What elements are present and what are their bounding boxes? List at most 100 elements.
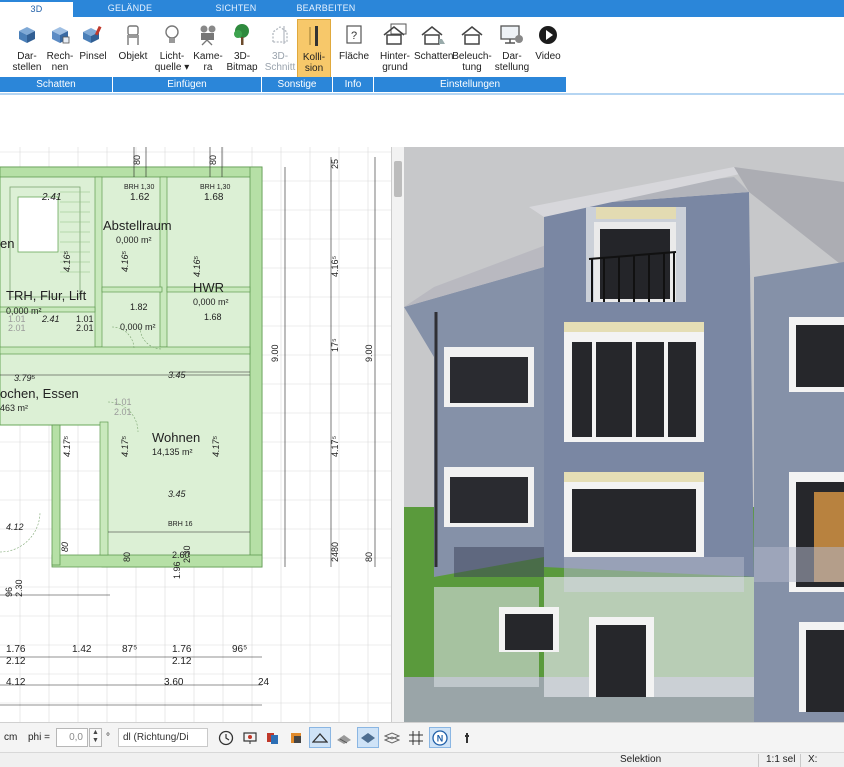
grid-icon[interactable] (405, 727, 427, 748)
dim-label: 3.45 (168, 489, 187, 499)
dim-label: 1.76 (6, 644, 26, 655)
house-right-wing (754, 262, 844, 722)
video-button[interactable]: Video (532, 19, 564, 79)
dim-label: 1.62 (130, 192, 150, 203)
dim-label: 9.00 (364, 344, 374, 362)
hintergrund-button[interactable]: Hinter- grund (376, 19, 414, 79)
floor-plate-icon[interactable] (357, 727, 379, 748)
info-pin-icon[interactable] (456, 727, 478, 748)
scrollbar-thumb[interactable] (394, 161, 402, 197)
dim-label: 4.12 (6, 522, 24, 532)
darstellen-button[interactable]: Dar- stellen (10, 19, 44, 79)
darstellung-button[interactable]: Dar- stellung (492, 19, 532, 79)
dim-label: 2.30 (182, 545, 192, 563)
floor-plan-view[interactable]: Abstellraum 0,000 m² TRH, Flur, Lift 0,0… (0, 147, 392, 722)
dim-label: 4.12 (6, 677, 26, 688)
lichtquelle-button[interactable]: Licht- quelle ▾ (152, 19, 192, 79)
rechnen-button[interactable]: Rech- nen (44, 19, 76, 79)
dim-label: 2.01 (114, 407, 132, 417)
dim-label: 4.17⁵ (120, 435, 130, 457)
monitor-settings-icon (492, 19, 532, 51)
direction-dropdown[interactable]: dl (Richtung/Di (118, 728, 208, 747)
room-name: HWR (193, 280, 224, 295)
status-divider (800, 754, 801, 767)
room-area: 14,135 m² (152, 447, 193, 457)
group-sonstige-label: Sonstige (262, 77, 332, 92)
dim-label: 2480 (330, 542, 340, 562)
ribbon-tab-bar: 3D GELÄNDE SICHTEN BEARBEITEN (0, 0, 844, 18)
status-scale: 1:1 sel (766, 754, 796, 765)
flaeche-button[interactable]: ? Fläche (334, 19, 374, 79)
room-name: TRH, Flur, Lift (6, 288, 87, 303)
clock-icon[interactable] (215, 727, 237, 748)
dim-label: 3.60 (164, 677, 184, 688)
group-info-label: Info (333, 77, 373, 92)
room-name: Abstellraum (103, 218, 172, 233)
unit-label: cm (4, 732, 18, 743)
house-light-icon (452, 19, 492, 51)
tab-bearbeiten[interactable]: BEARBEITEN (290, 0, 362, 17)
pinsel-button[interactable]: Pinsel (77, 19, 109, 79)
room-name: ochen, Essen (0, 386, 79, 401)
tab-3d[interactable]: 3D (0, 0, 73, 18)
schnitt-button[interactable]: 3D- Schnitt (263, 19, 297, 79)
monitor-pin-icon[interactable] (239, 727, 261, 748)
layers-color-icon[interactable] (262, 727, 284, 748)
dim-label: 80 (132, 155, 142, 165)
phi-stepper[interactable]: ▲ ▼ (89, 728, 102, 747)
bottom-toolbar: cm phi = 0,0 ▲ ▼ ° dl (Richtung/Di N (0, 722, 844, 752)
schatten-button[interactable]: Schatten (414, 19, 453, 79)
dim-label: 1.01 (114, 397, 132, 407)
dim-label: 1.82 (130, 302, 148, 312)
wall-texture-icon[interactable] (333, 727, 355, 748)
camera-icon (192, 19, 224, 51)
dim-label: 87⁵ (122, 644, 137, 655)
svg-text:N: N (437, 733, 444, 743)
dim-label: 2.01 (76, 323, 94, 333)
dim-label: 4.16⁵ (120, 250, 130, 272)
kamera-button[interactable]: Kame- ra (192, 19, 224, 79)
plan-vertical-scrollbar[interactable] (392, 147, 404, 722)
area-question-icon: ? (334, 19, 374, 51)
ribbon-divider (0, 93, 844, 95)
objekt-button[interactable]: Objekt (114, 19, 152, 79)
paint-brush-icon (77, 19, 109, 51)
dim-label: 17⁵ (330, 338, 340, 352)
stack-layers-icon[interactable] (381, 727, 403, 748)
phi-input[interactable]: 0,0 (56, 728, 88, 747)
tab-sichten[interactable]: SICHTEN (205, 0, 267, 17)
bitmap-button[interactable]: 3D- Bitmap (224, 19, 260, 79)
north-compass-icon[interactable]: N (429, 727, 451, 748)
dim-label: 4.16⁵ (330, 255, 340, 277)
phi-label: phi = (28, 732, 50, 743)
dim-label: 2.30 (14, 579, 24, 597)
tab-gelaende[interactable]: GELÄNDE (100, 0, 160, 17)
dim-label: 80 (208, 155, 218, 165)
dim-label: 2.01 (8, 323, 26, 333)
beleuchtung-button[interactable]: Beleuch- tung (452, 19, 492, 79)
roof-view-icon[interactable] (309, 727, 331, 748)
dim-label: 9.00 (270, 344, 280, 362)
dim-label: 2.12 (6, 656, 26, 667)
house-background-icon (376, 19, 414, 51)
status-bar: Selektion 1:1 sel X: (0, 752, 844, 767)
dim-label: 2.12 (172, 656, 192, 667)
dim-label: 4.16⁵ (62, 250, 72, 272)
3d-view[interactable] (404, 147, 844, 722)
room-name: Wohnen (152, 430, 200, 445)
section-icon (263, 19, 297, 51)
kollision-button[interactable]: Kolli- sion (297, 19, 331, 79)
dim-label: 80 (60, 542, 70, 552)
room-area: 0,000 m² (116, 235, 152, 245)
cube-calc-icon (44, 19, 76, 51)
dim-label: 1.96 (172, 561, 182, 579)
cube-icon (10, 19, 44, 51)
group-schatten-label: Schatten (0, 77, 112, 92)
dim-label: 4.17⁵ (211, 435, 221, 457)
tree-icon (224, 19, 260, 51)
dim-label: 25 (330, 159, 340, 169)
material-icon[interactable] (285, 727, 307, 748)
dim-label: 96 (4, 587, 14, 597)
dim-label: 1.68 (204, 312, 222, 322)
status-mode: Selektion (620, 754, 662, 765)
